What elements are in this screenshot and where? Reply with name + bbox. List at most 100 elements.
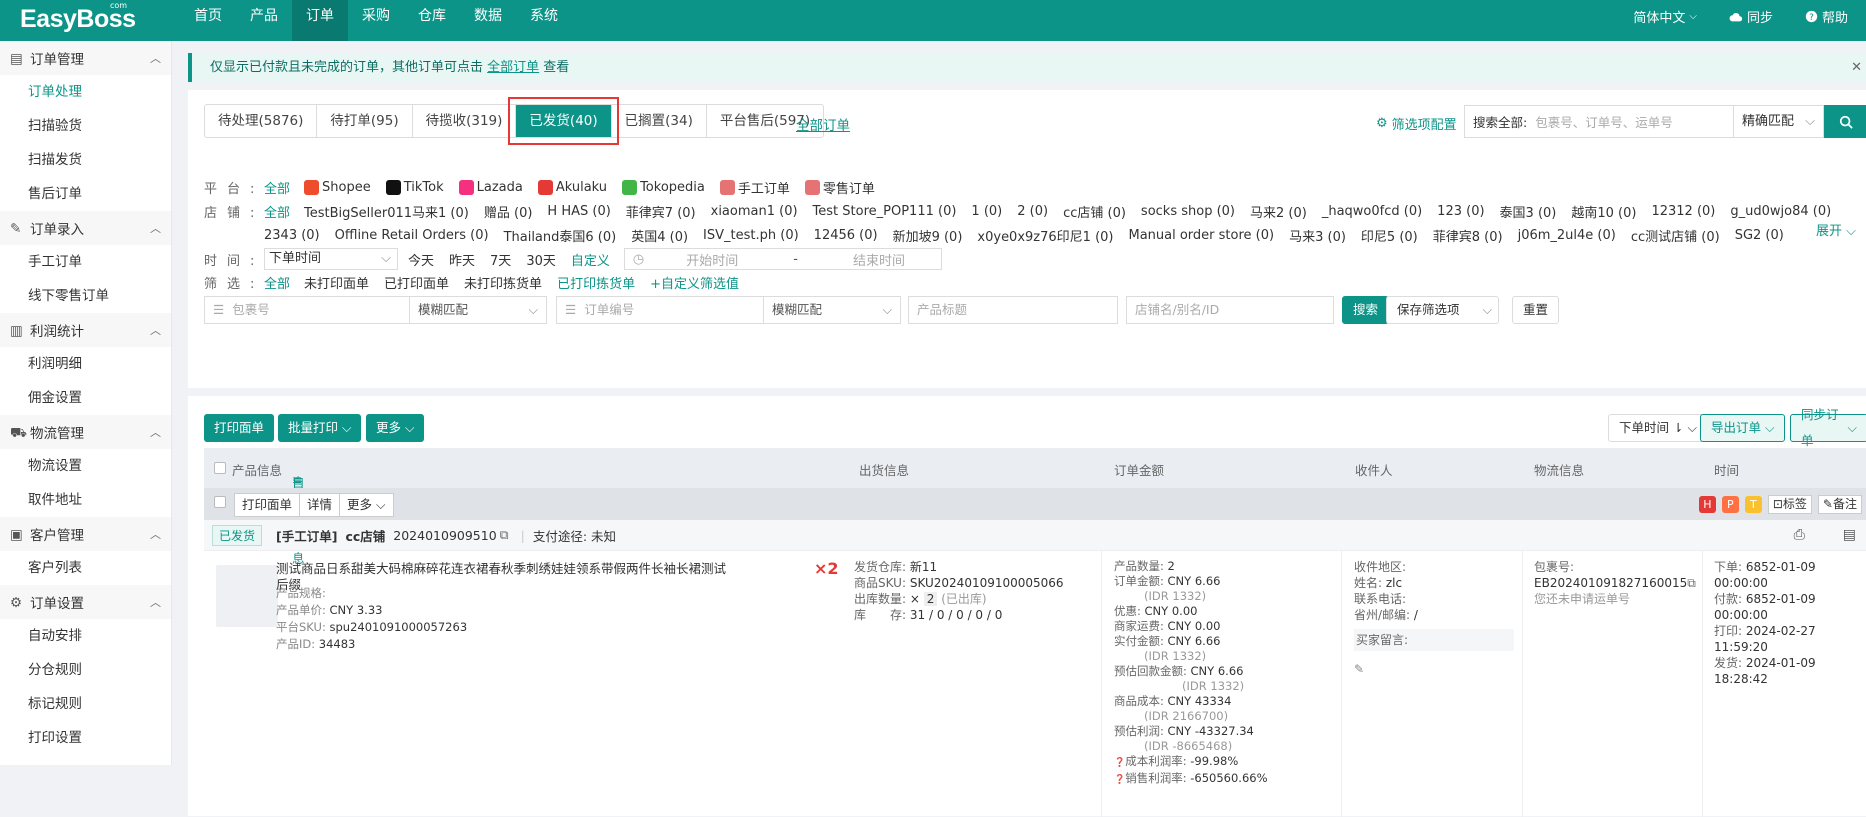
tab-1[interactable]: 待打单(95) [317, 105, 413, 137]
print-label-button[interactable]: 打印面单 [204, 414, 275, 442]
sidebar-item[interactable]: 物流设置 [0, 449, 171, 483]
order-input[interactable]: ☰ 订单编号 [556, 296, 764, 324]
sidebar-item[interactable]: 订单处理 [0, 75, 171, 109]
topnav-item-5[interactable]: 数据 [460, 0, 516, 41]
sort-select[interactable]: 下单时间 ⇂ ⌵ [1608, 414, 1708, 442]
tag-badge[interactable]: P [1721, 496, 1739, 513]
topnav-item-2[interactable]: 订单 [292, 0, 348, 41]
search-button[interactable] [1824, 105, 1866, 138]
custom-filter-value[interactable]: +自定义筛选值 [650, 273, 739, 292]
tab-4[interactable]: 已搁置(34) [612, 105, 707, 137]
more-button[interactable]: 更多 ⌵ [366, 414, 425, 442]
shop-option[interactable]: cc测试店铺 (0) [1631, 226, 1720, 245]
shop-option[interactable]: 马来3 (0) [1289, 226, 1346, 245]
search-input[interactable]: 搜索全部: 包裹号、订单号、运单号 [1464, 105, 1734, 138]
store-input[interactable]: 店铺名/别名/ID [1126, 296, 1334, 324]
topnav-item-6[interactable]: 系统 [516, 0, 572, 41]
shop-option[interactable]: x0ye0x9z76印尼1 (0) [977, 226, 1113, 245]
time-field-select[interactable]: 下单时间 ⌵ [264, 248, 398, 270]
topnav-item-4[interactable]: 仓库 [404, 0, 460, 41]
sidebar-group-3[interactable]: ⛟ 物流管理 ︿ [0, 415, 171, 449]
quick-time-option[interactable]: 30天 [526, 250, 556, 269]
sidebar-item[interactable]: 佣金设置 [0, 381, 171, 415]
help-button[interactable]: ? 帮助 [1805, 7, 1848, 26]
tag-badge[interactable]: T [1744, 496, 1762, 513]
screen-option[interactable]: 已打印面单 [384, 273, 449, 292]
package-match-select[interactable]: 模糊匹配 ⌵ [409, 296, 547, 324]
order-match-select[interactable]: 模糊匹配 ⌵ [763, 296, 901, 324]
shop-option[interactable]: 英国4 (0) [631, 226, 688, 245]
sidebar-item[interactable]: 客户列表 [0, 551, 171, 585]
screen-option[interactable]: 未打印面单 [304, 273, 369, 292]
shop-option[interactable]: xiaoman1 (0) [711, 202, 798, 221]
sidebar-group-4[interactable]: ▣ 客户管理 ︿ [0, 517, 171, 551]
shop-option[interactable]: 12312 (0) [1651, 202, 1715, 221]
shop-option[interactable]: ISV_test.ph (0) [703, 226, 799, 245]
platform-option[interactable]: Akulaku [537, 178, 607, 197]
shop-option[interactable]: 马来2 (0) [1250, 202, 1307, 221]
topnav-item-1[interactable]: 产品 [236, 0, 292, 41]
label-button[interactable]: ⊡标签 [1767, 495, 1812, 514]
sidebar-item[interactable]: 手工订单 [0, 245, 171, 279]
shop-option[interactable]: 印尼5 (0) [1361, 226, 1418, 245]
shop-option[interactable]: 12456 (0) [814, 226, 878, 245]
sidebar-item[interactable]: 扫描发货 [0, 143, 171, 177]
shop-option[interactable]: H HAS (0) [547, 202, 610, 221]
shop-option[interactable]: SG2 (0) [1735, 226, 1784, 245]
sidebar-group-0[interactable]: ▤ 订单管理 ︿ [0, 41, 171, 75]
time-custom[interactable]: 自定义 [571, 250, 610, 269]
clipboard-icon[interactable]: ▤ [1843, 527, 1856, 543]
quick-time-option[interactable]: 昨天 [449, 250, 475, 269]
shop-option[interactable]: Manual order store (0) [1128, 226, 1274, 245]
screen-all[interactable]: 全部 [264, 273, 290, 292]
shop-all[interactable]: 全部 [264, 202, 290, 221]
note-button[interactable]: ✎备注 [1817, 495, 1862, 514]
package-input[interactable]: ☰ 包裹号 [204, 296, 410, 324]
shop-option[interactable]: 赠品 (0) [484, 202, 533, 221]
sidebar-group-1[interactable]: ✎ 订单录入 ︿ [0, 211, 171, 245]
all-orders-link[interactable]: 全部订单 [796, 114, 850, 134]
sync-orders-button[interactable]: 同步订单 ⌵ [1790, 407, 1866, 448]
sync-button[interactable]: 同步 [1729, 7, 1773, 26]
tab-0[interactable]: 待处理(5876) [205, 105, 318, 137]
sidebar-group-2[interactable]: ▥ 利润统计 ︿ [0, 313, 171, 347]
platform-option[interactable]: 零售订单 [804, 178, 875, 197]
batch-print-button[interactable]: 批量打印 ⌵ [278, 414, 362, 442]
filter-config-button[interactable]: ⚙ 筛选项配置 [1376, 114, 1457, 133]
shop-option[interactable]: TestBigSeller011马来1 (0) [304, 202, 469, 221]
close-icon[interactable]: ✕ [1851, 53, 1862, 82]
pencil-icon[interactable]: ✎ [1354, 661, 1514, 677]
order-print-button[interactable]: 打印面单 [235, 494, 301, 516]
shop-option[interactable]: 123 (0) [1437, 202, 1484, 221]
tab-2[interactable]: 待揽收(319) [413, 105, 517, 137]
sidebar-group-5[interactable]: ⚙ 订单设置 ︿ [0, 585, 171, 619]
shop-option[interactable]: g_ud0wjo84 (0) [1730, 202, 1831, 221]
export-orders-button[interactable]: 导出订单 ⌵ [1700, 414, 1786, 442]
platform-option[interactable]: 手工订单 [719, 178, 790, 197]
shop-option[interactable]: _haqwo0fcd (0) [1322, 202, 1422, 221]
copy-icon[interactable]: ⧉ [500, 527, 509, 543]
shop-option[interactable]: Offline Retail Orders (0) [335, 226, 489, 245]
shop-option[interactable]: 菲律宾7 (0) [626, 202, 696, 221]
platform-option[interactable]: TikTok [385, 178, 444, 197]
copy-icon[interactable]: ⧉ [1687, 576, 1696, 590]
save-filter-button[interactable]: 保存筛选项 ⌵ [1386, 296, 1499, 324]
date-range-picker[interactable]: ◷ 开始时间 - 结束时间 [623, 248, 942, 270]
order-checkbox[interactable] [214, 496, 226, 508]
language-selector[interactable]: 简体中文 ⌵ [1633, 7, 1697, 26]
platform-option[interactable]: Lazada [458, 178, 523, 197]
shop-option[interactable]: 越南10 (0) [1571, 202, 1636, 221]
product-thumbnail[interactable] [216, 565, 278, 627]
filter-search-button[interactable]: 搜索 [1342, 296, 1390, 324]
notice-all-orders-link[interactable]: 全部订单 [487, 60, 539, 75]
sidebar-item[interactable]: 标记规则 [0, 687, 171, 721]
shop-option[interactable]: 菲律宾8 (0) [1433, 226, 1503, 245]
shop-option[interactable]: socks shop (0) [1141, 202, 1235, 221]
platform-option[interactable]: Shopee [304, 178, 371, 197]
shop-option[interactable]: 泰国3 (0) [1500, 202, 1557, 221]
sidebar-item[interactable]: 利润明细 [0, 347, 171, 381]
tag-badge[interactable]: H [1698, 496, 1716, 513]
reset-button[interactable]: 重置 [1512, 296, 1560, 324]
order-detail-button[interactable]: 详情 [300, 494, 341, 516]
shop-option[interactable]: Test Store_POP111 (0) [813, 202, 957, 221]
